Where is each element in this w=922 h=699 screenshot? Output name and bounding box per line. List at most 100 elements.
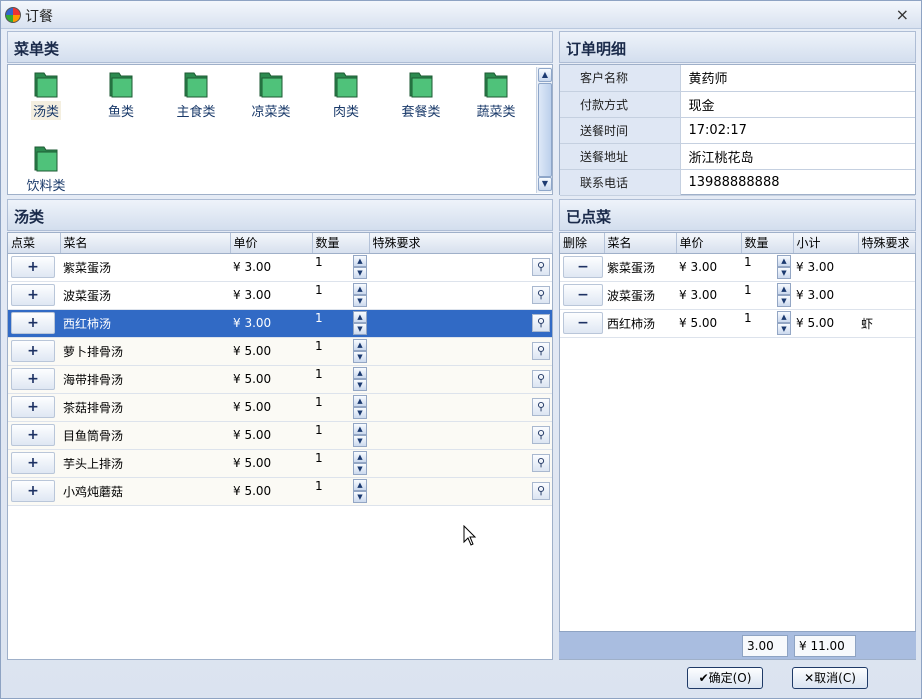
add-dish-button[interactable]: + [11, 368, 55, 390]
spin-down-icon[interactable]: ▼ [353, 295, 367, 307]
spinner-icon[interactable]: ▲ ▼ [777, 255, 791, 279]
dish-column-header[interactable]: 单价 [230, 233, 313, 254]
add-dish-button[interactable]: + [11, 480, 55, 502]
ordered-note[interactable]: 虾 [858, 309, 915, 338]
spinner-icon[interactable]: ▲ ▼ [353, 395, 367, 419]
ordered-note[interactable] [858, 253, 915, 282]
ordered-column-header[interactable]: 删除 [560, 233, 605, 254]
category-item[interactable]: 饮料类 [16, 143, 76, 194]
dish-qty[interactable]: 1 [315, 339, 323, 353]
spin-up-icon[interactable]: ▲ [353, 283, 367, 295]
dish-row[interactable]: + 紫菜蛋汤 ¥ 3.00 1 ▲ ▼ ⚲ [8, 253, 552, 282]
spinner-icon[interactable]: ▲ ▼ [353, 255, 367, 279]
ordered-column-header[interactable]: 菜名 [604, 233, 677, 254]
spin-down-icon[interactable]: ▼ [353, 463, 367, 475]
dish-row[interactable]: + 茶菇排骨汤 ¥ 5.00 1 ▲ ▼ ⚲ [8, 393, 552, 422]
spin-up-icon[interactable]: ▲ [353, 255, 367, 267]
spin-down-icon[interactable]: ▼ [353, 267, 367, 279]
add-dish-button[interactable]: + [11, 396, 55, 418]
dish-row[interactable]: + 目鱼筒骨汤 ¥ 5.00 1 ▲ ▼ ⚲ [8, 421, 552, 450]
binoculars-icon[interactable]: ⚲ [532, 398, 550, 416]
remove-dish-button[interactable]: − [563, 312, 603, 334]
spin-down-icon[interactable]: ▼ [777, 267, 791, 279]
dish-note-cell[interactable]: ⚲ [369, 253, 552, 282]
spin-down-icon[interactable]: ▼ [353, 491, 367, 503]
dish-note-cell[interactable]: ⚲ [369, 421, 552, 450]
binoculars-icon[interactable]: ⚲ [532, 258, 550, 276]
dish-qty[interactable]: 1 [315, 423, 323, 437]
spinner-icon[interactable]: ▲ ▼ [353, 479, 367, 503]
spinner-icon[interactable]: ▲ ▼ [353, 451, 367, 475]
spinner-icon[interactable]: ▲ ▼ [777, 283, 791, 307]
binoculars-icon[interactable]: ⚲ [532, 286, 550, 304]
remove-dish-button[interactable]: − [563, 284, 603, 306]
dish-column-header[interactable]: 数量 [312, 233, 370, 254]
categories-scrollbar[interactable]: ▲ ▼ [536, 67, 552, 193]
add-dish-button[interactable]: + [11, 256, 55, 278]
spin-up-icon[interactable]: ▲ [777, 311, 791, 323]
category-item[interactable]: 套餐类 [391, 69, 451, 120]
binoculars-icon[interactable]: ⚲ [532, 314, 550, 332]
ordered-column-header[interactable]: 特殊要求 [858, 233, 916, 254]
ordered-row[interactable]: − 西红柿汤 ¥ 5.00 1 ▲ ▼ ¥ 5.00 虾 [560, 309, 915, 338]
dish-qty[interactable]: 1 [315, 479, 323, 493]
spin-up-icon[interactable]: ▲ [353, 311, 367, 323]
spin-up-icon[interactable]: ▲ [777, 283, 791, 295]
category-item[interactable]: 汤类 [16, 69, 76, 120]
binoculars-icon[interactable]: ⚲ [532, 426, 550, 444]
dish-note-cell[interactable]: ⚲ [369, 337, 552, 366]
ordered-row[interactable]: − 紫菜蛋汤 ¥ 3.00 1 ▲ ▼ ¥ 3.00 [560, 253, 915, 282]
binoculars-icon[interactable]: ⚲ [532, 370, 550, 388]
dish-column-header[interactable]: 点菜 [8, 233, 61, 254]
spin-down-icon[interactable]: ▼ [353, 379, 367, 391]
spinner-icon[interactable]: ▲ ▼ [353, 339, 367, 363]
ordered-qty[interactable]: 1 [744, 255, 752, 269]
spin-down-icon[interactable]: ▼ [353, 407, 367, 419]
ordered-qty[interactable]: 1 [744, 283, 752, 297]
ordered-row[interactable]: − 波菜蛋汤 ¥ 3.00 1 ▲ ▼ ¥ 3.00 [560, 281, 915, 310]
spin-down-icon[interactable]: ▼ [777, 323, 791, 335]
add-dish-button[interactable]: + [11, 284, 55, 306]
spin-up-icon[interactable]: ▲ [353, 423, 367, 435]
add-dish-button[interactable]: + [11, 452, 55, 474]
spin-down-icon[interactable]: ▼ [353, 351, 367, 363]
dish-qty[interactable]: 1 [315, 255, 323, 269]
dish-note-cell[interactable]: ⚲ [369, 281, 552, 310]
spin-down-icon[interactable]: ▼ [777, 295, 791, 307]
spin-up-icon[interactable]: ▲ [353, 395, 367, 407]
dish-qty[interactable]: 1 [315, 367, 323, 381]
field-value[interactable]: 浙江桃花岛 [680, 143, 915, 170]
dish-qty[interactable]: 1 [315, 395, 323, 409]
close-icon[interactable]: × [896, 5, 909, 24]
dish-qty[interactable]: 1 [315, 451, 323, 465]
binoculars-icon[interactable]: ⚲ [532, 482, 550, 500]
binoculars-icon[interactable]: ⚲ [532, 342, 550, 360]
scroll-thumb[interactable] [538, 83, 552, 177]
add-dish-button[interactable]: + [11, 424, 55, 446]
ordered-column-header[interactable]: 小计 [793, 233, 859, 254]
ordered-column-header[interactable]: 数量 [741, 233, 794, 254]
ordered-column-header[interactable]: 单价 [676, 233, 742, 254]
spin-up-icon[interactable]: ▲ [353, 479, 367, 491]
spinner-icon[interactable]: ▲ ▼ [353, 311, 367, 335]
spinner-icon[interactable]: ▲ ▼ [353, 367, 367, 391]
scroll-up-icon[interactable]: ▲ [538, 68, 552, 82]
field-value[interactable]: 13988888888 [680, 169, 915, 196]
dish-note-cell[interactable]: ⚲ [369, 449, 552, 478]
field-value[interactable]: 黄药师 [680, 65, 915, 92]
ordered-note[interactable] [858, 281, 915, 310]
ordered-qty[interactable]: 1 [744, 311, 752, 325]
dish-note-cell[interactable]: ⚲ [369, 309, 552, 338]
add-dish-button[interactable]: + [11, 312, 55, 334]
dish-qty[interactable]: 1 [315, 311, 323, 325]
dish-column-header[interactable]: 特殊要求 [369, 233, 553, 254]
dish-note-cell[interactable]: ⚲ [369, 477, 552, 506]
category-item[interactable]: 凉菜类 [241, 69, 301, 120]
dish-row[interactable]: + 萝卜排骨汤 ¥ 5.00 1 ▲ ▼ ⚲ [8, 337, 552, 366]
spin-up-icon[interactable]: ▲ [353, 339, 367, 351]
dish-qty[interactable]: 1 [315, 283, 323, 297]
dish-note-cell[interactable]: ⚲ [369, 365, 552, 394]
remove-dish-button[interactable]: − [563, 256, 603, 278]
scroll-down-icon[interactable]: ▼ [538, 177, 552, 191]
field-value[interactable]: 现金 [680, 91, 915, 118]
